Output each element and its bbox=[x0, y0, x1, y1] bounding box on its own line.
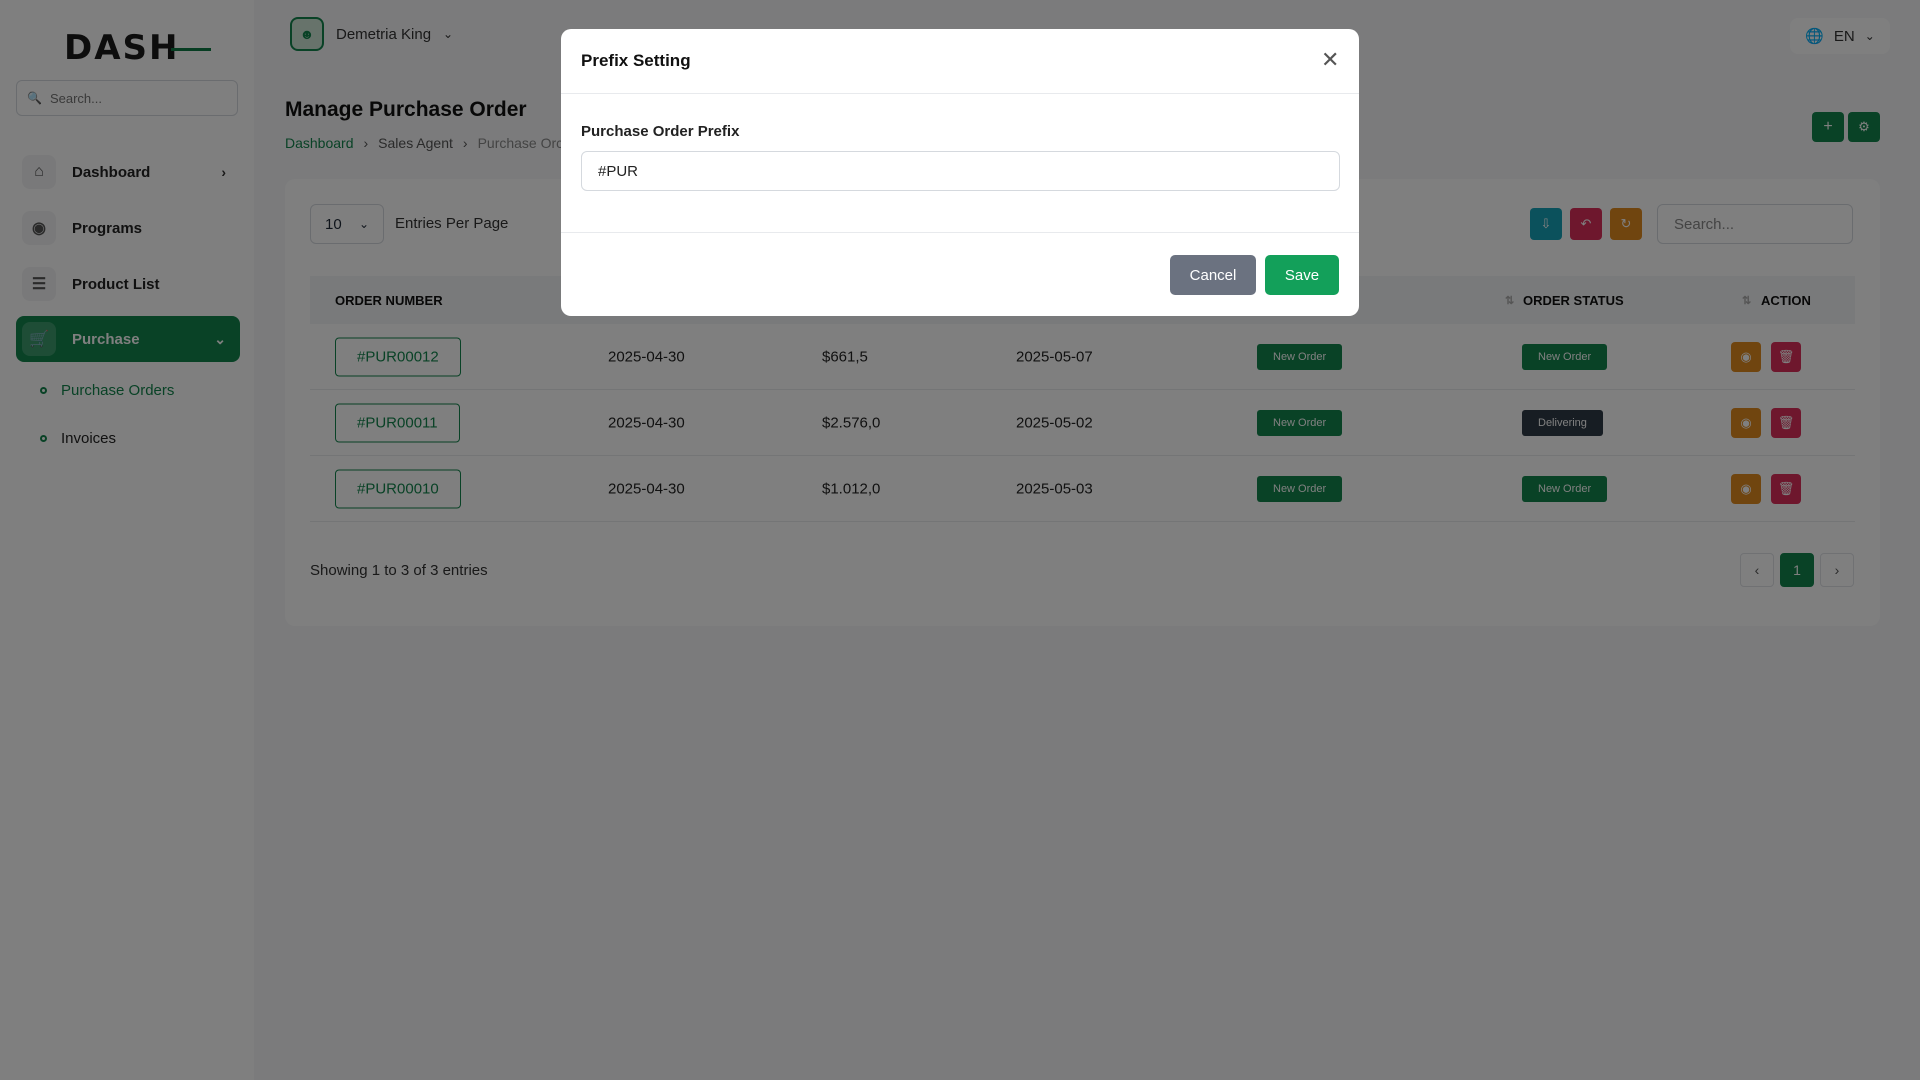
prefix-input[interactable] bbox=[581, 151, 1340, 191]
save-button[interactable]: Save bbox=[1265, 255, 1339, 295]
close-icon[interactable]: ✕ bbox=[1321, 49, 1339, 71]
modal-divider bbox=[561, 93, 1359, 94]
modal-divider bbox=[561, 232, 1359, 233]
prefix-setting-modal: Prefix Setting ✕ Purchase Order Prefix C… bbox=[561, 29, 1359, 316]
prefix-field-label: Purchase Order Prefix bbox=[581, 123, 740, 140]
modal-title: Prefix Setting bbox=[581, 51, 691, 70]
cancel-button[interactable]: Cancel bbox=[1170, 255, 1256, 295]
